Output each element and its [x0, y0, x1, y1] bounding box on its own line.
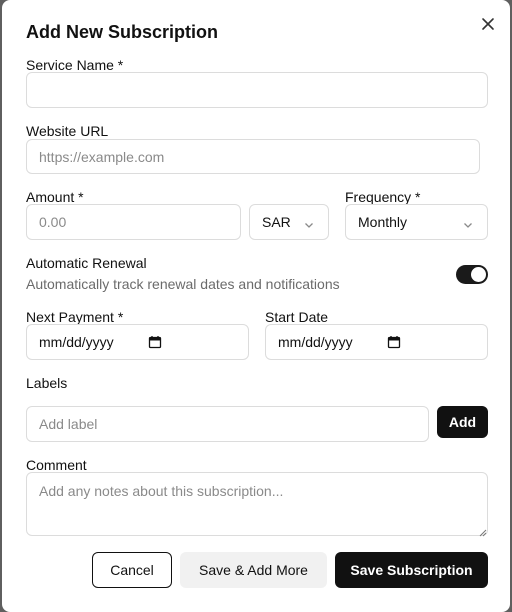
automatic-renewal-description: Automatically track renewal dates and no… — [26, 276, 340, 292]
currency-value: SAR — [262, 214, 291, 230]
start-date-input[interactable]: mm/dd/yyyy — [265, 324, 488, 360]
comment-label: Comment — [26, 457, 87, 473]
automatic-renewal-label: Automatic Renewal — [26, 255, 147, 271]
calendar-icon[interactable] — [387, 335, 401, 352]
start-date-placeholder: mm/dd/yyyy — [278, 334, 353, 350]
save-and-add-more-button[interactable]: Save & Add More — [180, 552, 327, 588]
next-payment-label: Next Payment * — [26, 309, 124, 325]
frequency-select[interactable]: Monthly — [345, 204, 488, 240]
resize-handle-icon[interactable] — [478, 524, 487, 542]
frequency-value: Monthly — [358, 214, 408, 230]
dialog-title: Add New Subscription — [26, 22, 219, 42]
labels-label: Labels — [26, 375, 68, 391]
calendar-icon[interactable] — [148, 335, 162, 352]
close-icon[interactable] — [478, 14, 498, 34]
toggle-knob — [471, 267, 486, 282]
next-payment-placeholder: mm/dd/yyyy — [39, 334, 114, 350]
website-url-input[interactable] — [26, 139, 480, 174]
chevron-down-icon — [463, 217, 473, 233]
currency-select[interactable]: SAR — [249, 204, 329, 240]
amount-label: Amount * — [26, 189, 84, 205]
service-name-input[interactable] — [26, 72, 488, 108]
save-subscription-button[interactable]: Save Subscription — [335, 552, 488, 588]
chevron-down-icon — [304, 217, 314, 233]
amount-input[interactable] — [26, 204, 241, 240]
website-url-label: Website URL — [26, 123, 109, 139]
automatic-renewal-toggle[interactable] — [456, 265, 488, 284]
add-subscription-dialog: Add New Subscription Service Name * Webs… — [2, 0, 510, 612]
cancel-button[interactable]: Cancel — [92, 552, 172, 588]
frequency-label: Frequency * — [345, 189, 421, 205]
add-label-input[interactable] — [26, 406, 429, 442]
next-payment-date-input[interactable]: mm/dd/yyyy — [26, 324, 249, 360]
service-name-label: Service Name * — [26, 57, 124, 73]
add-label-button[interactable]: Add — [437, 406, 488, 438]
start-date-label: Start Date — [265, 309, 329, 325]
comment-textarea[interactable] — [26, 472, 488, 536]
